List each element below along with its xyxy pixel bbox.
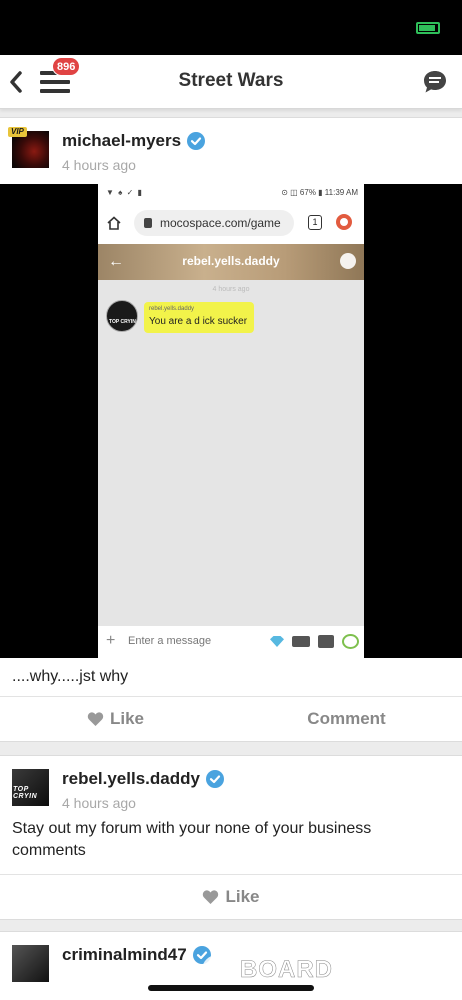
like-button[interactable]: Like [0, 697, 231, 741]
post-header: VIP michael-myers 4 hours ago [0, 118, 462, 184]
home-indicator[interactable] [148, 985, 314, 991]
screenshot-message-time: 4 hours ago [212, 286, 250, 293]
screenshot-browser-bar: mocospace.com/game 1 [98, 202, 364, 244]
status-bar [0, 0, 462, 55]
like-label: Like [109, 709, 145, 728]
post-username[interactable]: rebel.yells.daddy [62, 769, 200, 789]
heart-icon [87, 712, 104, 726]
settings-icon [340, 253, 356, 269]
screenshot-status-bar: ▼ ♠ ✓ ▮ ⊙ ◫ 67% ▮ 11:39 AM [98, 184, 364, 202]
camera-icon [318, 635, 334, 648]
post-card: VIP michael-myers 4 hours ago ▼ ♠ ✓ ▮ ⊙ … [0, 117, 462, 742]
verified-check-icon [205, 770, 224, 788]
post-timestamp: 4 hours ago [62, 795, 136, 811]
post-username[interactable]: michael-myers [62, 131, 181, 151]
comment-label: Comment [307, 709, 386, 728]
screenshot-message-input: + Enter a message [98, 626, 364, 658]
vip-badge: VIP [8, 127, 27, 137]
like-button[interactable]: Like [0, 875, 462, 919]
message-bubble: rebel.yells.daddy You are a d ick sucker [144, 302, 254, 333]
post-timestamp: 4 hours ago [62, 157, 136, 173]
screenshot-chat-name: rebel.yells.daddy [182, 254, 280, 268]
post-actions: Like [0, 875, 462, 919]
battery-icon [416, 22, 440, 34]
chat-bubble-icon[interactable] [422, 69, 448, 95]
post-username[interactable]: criminalmind47 [62, 945, 187, 965]
post-text: Stay out my forum with your none of your… [12, 820, 372, 859]
video-camera-icon [292, 636, 310, 647]
watermark-brand: BOARD [240, 956, 333, 984]
heart-icon [203, 890, 219, 904]
lock-icon [144, 218, 152, 228]
post-image[interactable]: ▼ ♠ ✓ ▮ ⊙ ◫ 67% ▮ 11:39 AM mocospace.com… [0, 184, 462, 658]
screenshot-url-field: mocospace.com/game [134, 210, 294, 236]
avatar: TOP CRYIN [106, 300, 138, 332]
verified-check-icon [187, 132, 206, 150]
tabs-icon: 1 [308, 215, 322, 230]
plus-icon: + [106, 632, 116, 649]
board-logo-icon [202, 955, 232, 985]
watermark: BOARD RESOLVING SINCE 2004 [200, 952, 420, 988]
post-header: TOP CRYIN rebel.yells.daddy 4 hours ago [0, 756, 462, 816]
post-text: ....why.....jst why [12, 668, 129, 685]
watermark-line2: SINCE 2004 [336, 970, 407, 981]
embedded-screenshot: ▼ ♠ ✓ ▮ ⊙ ◫ 67% ▮ 11:39 AM mocospace.com… [98, 184, 364, 658]
diamond-icon [270, 636, 284, 647]
speech-bubble-icon [342, 634, 359, 649]
watermark-line1: RESOLVING [336, 958, 408, 969]
comment-button[interactable]: Comment [231, 697, 462, 741]
app-header: 896 Street Wars [0, 55, 462, 109]
avatar[interactable] [12, 945, 49, 982]
home-icon [107, 216, 121, 230]
post-actions: Like Comment [0, 697, 462, 741]
browser-extension-icon [336, 214, 352, 230]
page-title: Street Wars [178, 70, 284, 91]
avatar[interactable]: TOP CRYIN [12, 769, 49, 806]
like-label: Like [225, 887, 260, 906]
post-card: TOP CRYIN rebel.yells.daddy 4 hours ago … [0, 755, 462, 920]
screenshot-chat-header: ← rebel.yells.daddy [98, 244, 364, 280]
